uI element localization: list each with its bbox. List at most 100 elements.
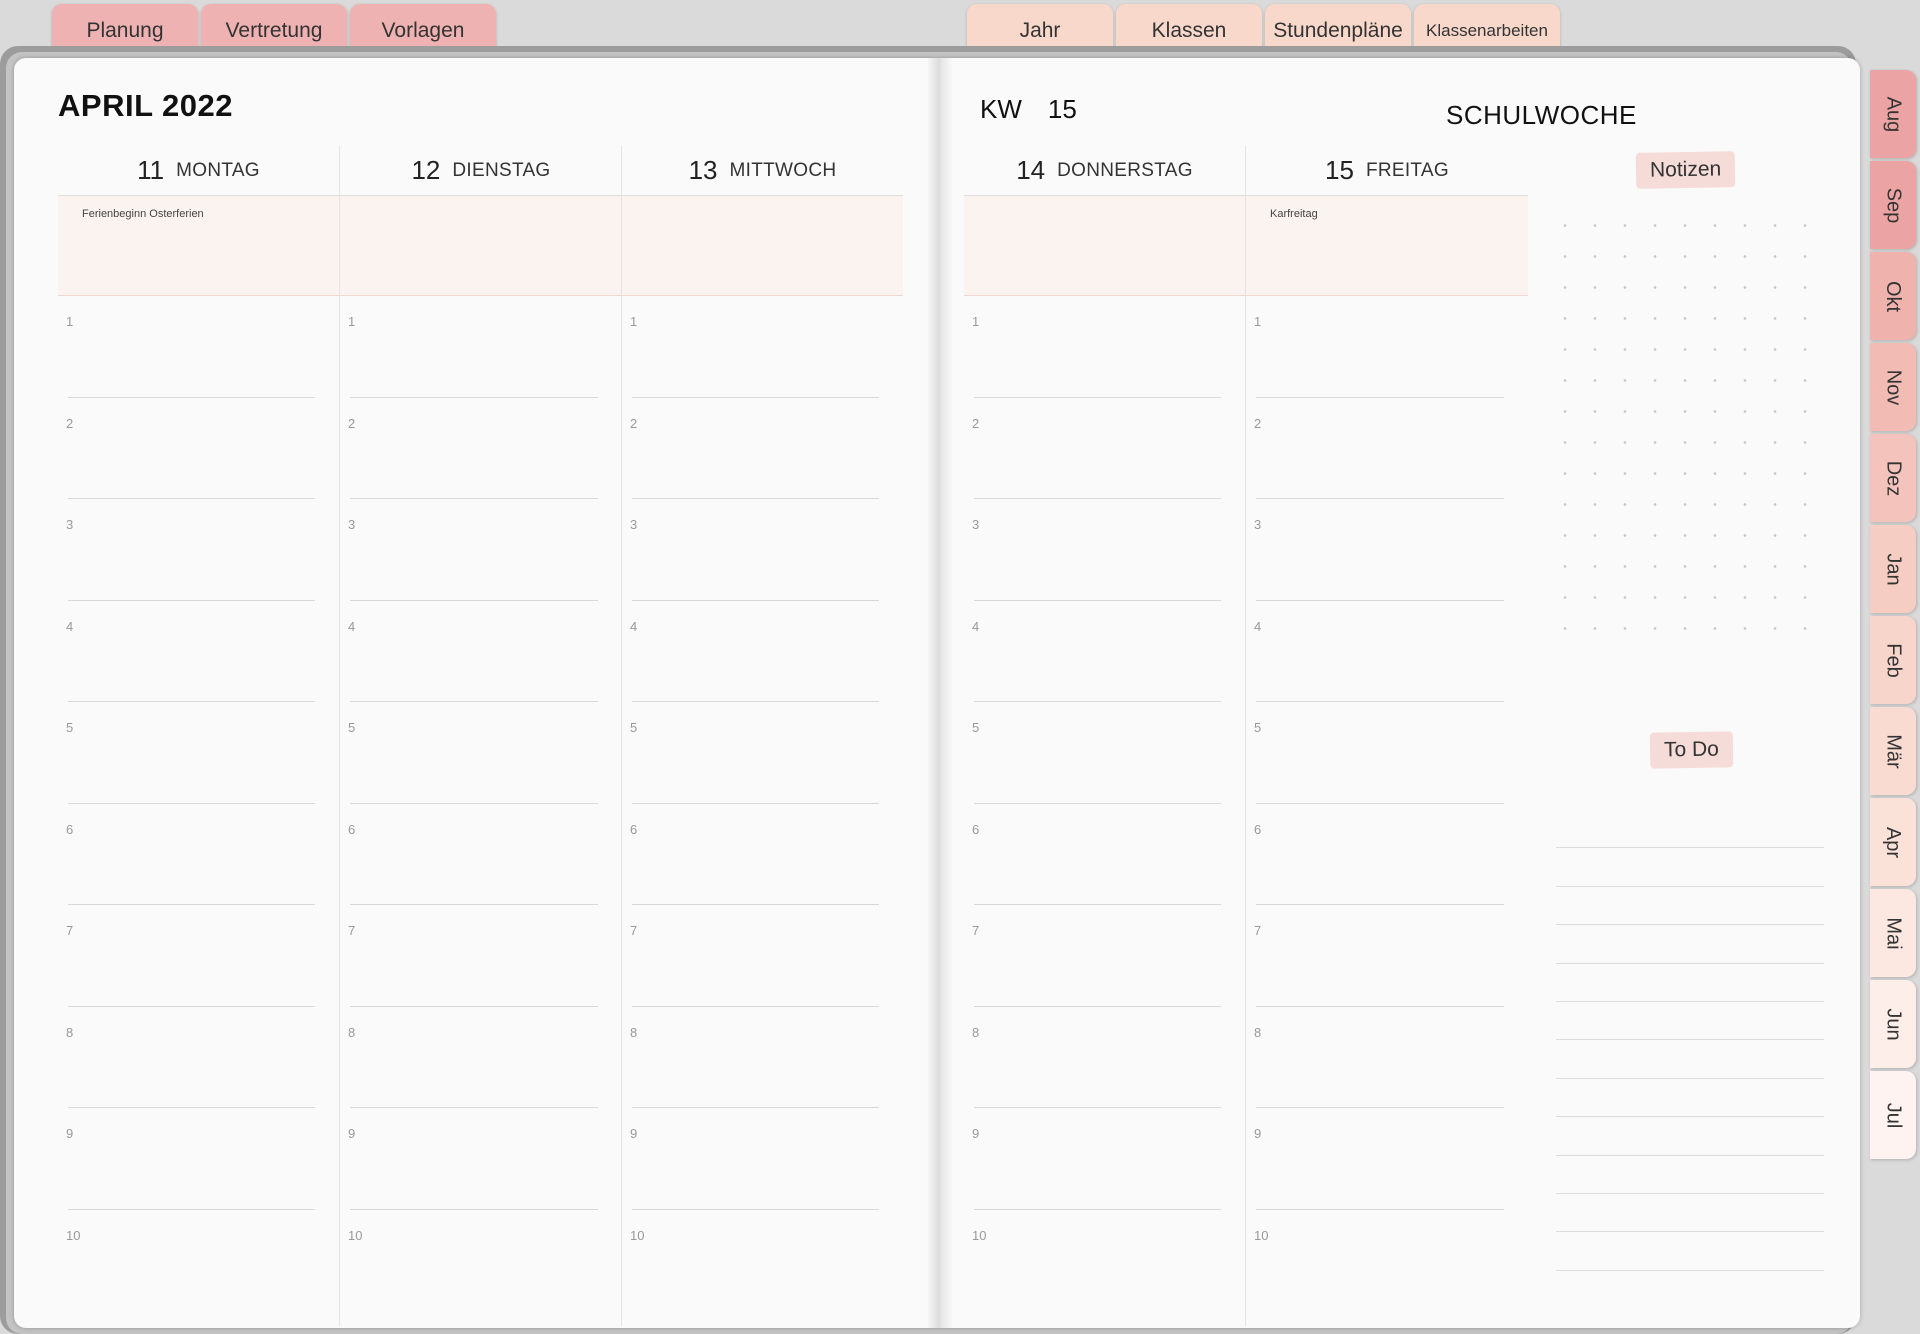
lesson-slot[interactable]: 5 — [964, 702, 1245, 804]
month-tab[interactable]: Aug — [1870, 70, 1916, 158]
lesson-slot[interactable]: 2 — [1246, 398, 1528, 499]
lesson-slot[interactable]: 3 — [964, 499, 1245, 601]
event-band[interactable]: Ferienbeginn Osterferien — [58, 196, 339, 296]
lesson-slot[interactable]: 9 — [622, 1108, 903, 1210]
lesson-slot[interactable]: 7 — [340, 905, 622, 1007]
lesson-slot[interactable]: 10 — [1246, 1210, 1528, 1312]
slot-number: 4 — [630, 618, 638, 634]
todo-line[interactable] — [1556, 1040, 1824, 1079]
day-header: 15 FREITAG — [1246, 146, 1528, 196]
lesson-slot[interactable]: 5 — [58, 702, 339, 804]
slot-number: 1 — [66, 314, 74, 329]
month-tab[interactable]: Dez — [1870, 434, 1916, 522]
day-name: FREITAG — [1365, 159, 1449, 181]
lesson-slot[interactable]: 9 — [964, 1108, 1245, 1210]
lesson-slot[interactable]: 10 — [340, 1210, 622, 1312]
lesson-slot[interactable]: 10 — [622, 1210, 903, 1312]
todo-line[interactable] — [1556, 810, 1824, 849]
lesson-slot[interactable]: 8 — [622, 1007, 903, 1108]
todo-line[interactable] — [1556, 848, 1824, 887]
lesson-slot[interactable]: 3 — [622, 499, 903, 601]
lesson-slot[interactable]: 2 — [58, 398, 339, 499]
lesson-slot[interactable]: 3 — [1246, 499, 1528, 601]
month-tab[interactable]: Mai — [1870, 889, 1916, 977]
lesson-slot[interactable]: 6 — [58, 804, 339, 905]
slot-number: 8 — [348, 1024, 356, 1040]
todo-line[interactable] — [1556, 1079, 1824, 1118]
slot-number: 8 — [630, 1024, 638, 1040]
lesson-slot[interactable]: 6 — [964, 804, 1245, 905]
todo-line[interactable] — [1556, 964, 1824, 1002]
lesson-slot[interactable]: 4 — [622, 601, 903, 702]
lesson-slot[interactable]: 4 — [58, 601, 339, 702]
month-tab[interactable]: Sep — [1870, 161, 1916, 249]
lesson-slot[interactable]: 2 — [340, 398, 622, 499]
lesson-slot[interactable]: 10 — [58, 1210, 339, 1312]
lesson-slot[interactable]: 4 — [964, 601, 1245, 702]
event-band[interactable] — [622, 196, 903, 296]
month-title: APRIL 2022 — [58, 88, 234, 123]
lesson-slot[interactable]: 1 — [622, 296, 903, 398]
lesson-slot[interactable]: 8 — [964, 1007, 1245, 1108]
slot-number: 3 — [630, 517, 638, 532]
todo-line[interactable] — [1556, 1117, 1824, 1156]
lesson-slot[interactable]: 3 — [58, 499, 339, 601]
event-band[interactable] — [964, 196, 1245, 296]
kw-label: KW — [980, 94, 1022, 124]
lesson-slot[interactable]: 9 — [58, 1108, 339, 1210]
event-band[interactable] — [340, 196, 622, 296]
lesson-slot[interactable]: 3 — [340, 499, 622, 601]
day-column: 15 FREITAG Karfreitag 1 2 3 4 5 6 7 8 9 10 — [1246, 146, 1528, 1326]
lesson-slot[interactable]: 1 — [964, 296, 1245, 398]
lesson-slot[interactable]: 1 — [58, 296, 339, 398]
lesson-slot[interactable]: 1 — [340, 296, 622, 398]
lesson-slot[interactable]: 4 — [340, 601, 622, 702]
lesson-slot[interactable]: 9 — [1246, 1108, 1528, 1210]
lesson-slot[interactable]: 9 — [340, 1108, 622, 1210]
todo-line[interactable] — [1556, 1194, 1824, 1233]
lesson-slot[interactable]: 7 — [964, 905, 1245, 1007]
month-tab[interactable]: Jul — [1870, 1071, 1916, 1159]
month-tab-label: Jan — [1882, 552, 1905, 586]
slot-number: 5 — [1254, 720, 1262, 735]
todo-line[interactable] — [1556, 925, 1824, 964]
todo-list[interactable] — [1556, 810, 1824, 1271]
notes-dot-grid[interactable] — [1550, 210, 1820, 630]
event-text: Ferienbeginn Osterferien — [82, 208, 204, 220]
event-band[interactable]: Karfreitag — [1246, 196, 1528, 296]
lesson-slot[interactable]: 7 — [622, 905, 903, 1007]
month-tab[interactable]: Jan — [1870, 525, 1916, 613]
todo-line[interactable] — [1556, 887, 1824, 926]
month-tab[interactable]: Feb — [1870, 616, 1916, 704]
month-tab[interactable]: Jun — [1870, 980, 1916, 1068]
lesson-slot[interactable]: 7 — [1246, 905, 1528, 1007]
day-header: 11 MONTAG — [58, 146, 339, 196]
lesson-slot[interactable]: 7 — [58, 905, 339, 1007]
day-name: MONTAG — [176, 159, 260, 181]
month-tab[interactable]: Apr — [1870, 798, 1916, 886]
todo-line[interactable] — [1556, 1156, 1824, 1194]
lesson-slot[interactable]: 5 — [340, 702, 622, 804]
day-column: 11 MONTAG Ferienbeginn Osterferien 1 2 3 4 5 6 7 8… — [58, 146, 340, 1326]
lesson-slot[interactable]: 1 — [1246, 296, 1528, 398]
lesson-slot[interactable]: 6 — [1246, 804, 1528, 905]
todo-line[interactable] — [1556, 1002, 1824, 1041]
lesson-slot[interactable]: 2 — [964, 398, 1245, 499]
lesson-slot[interactable]: 6 — [340, 804, 622, 905]
slot-number: 7 — [630, 923, 638, 938]
slot-number: 2 — [348, 415, 356, 431]
month-tab[interactable]: Okt — [1870, 252, 1916, 340]
lesson-slot[interactable]: 8 — [1246, 1007, 1528, 1108]
todo-line[interactable] — [1556, 1232, 1824, 1271]
lesson-slot[interactable]: 8 — [340, 1007, 622, 1108]
lesson-slot[interactable]: 2 — [622, 398, 903, 499]
month-tab[interactable]: Nov — [1870, 343, 1916, 431]
lesson-slot[interactable]: 4 — [1246, 601, 1528, 702]
lesson-slot[interactable]: 5 — [622, 702, 903, 804]
lesson-slot[interactable]: 10 — [964, 1210, 1245, 1312]
month-tab-label: Jun — [1882, 1007, 1905, 1041]
month-tab[interactable]: Mär — [1870, 707, 1916, 795]
lesson-slot[interactable]: 6 — [622, 804, 903, 905]
lesson-slot[interactable]: 5 — [1246, 702, 1528, 804]
lesson-slot[interactable]: 8 — [58, 1007, 339, 1108]
